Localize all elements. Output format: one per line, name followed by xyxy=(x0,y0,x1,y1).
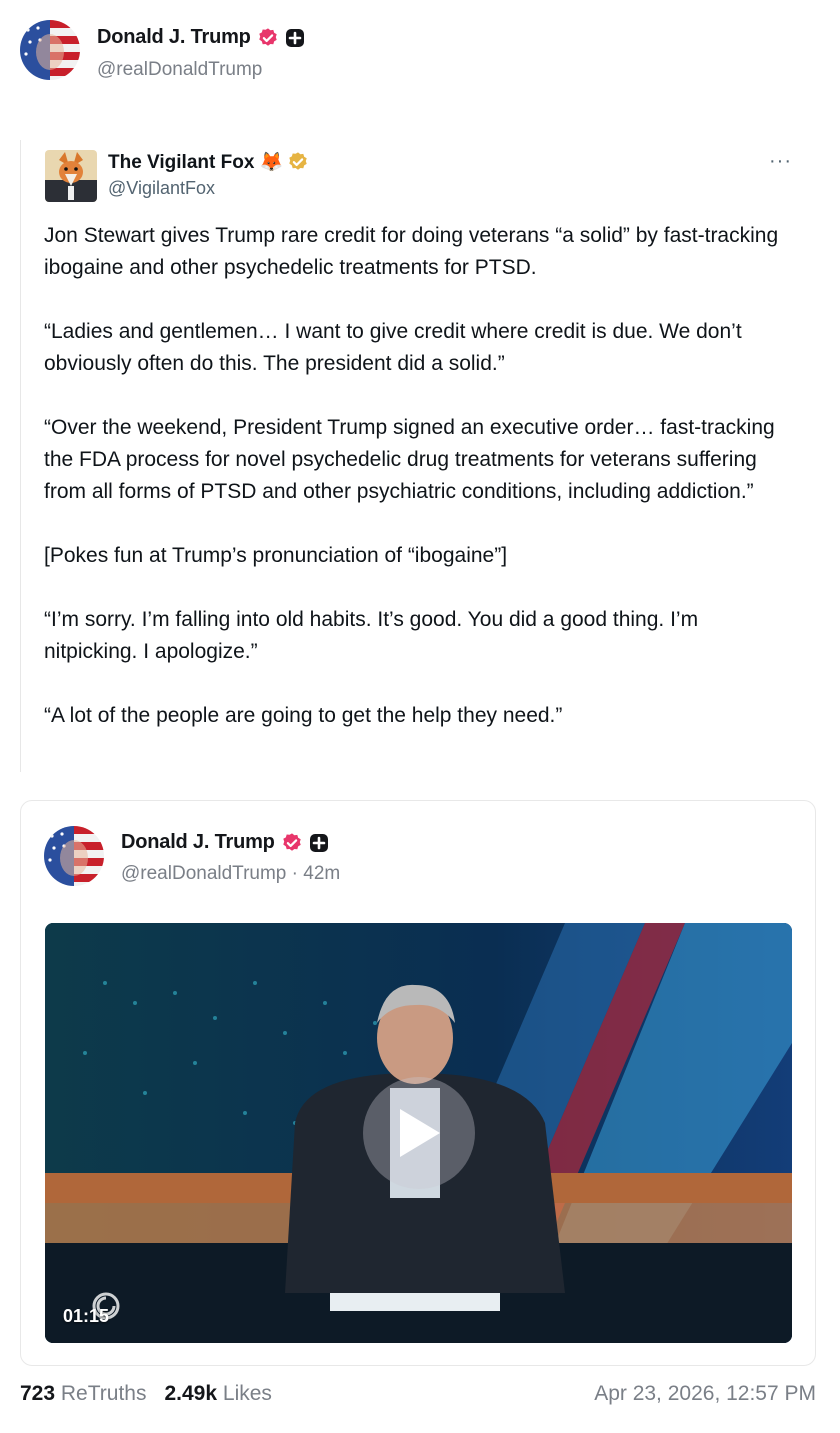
x-paragraph: “Over the weekend, President Trump signe… xyxy=(44,416,775,503)
x-author-name[interactable]: The Vigilant Fox 🦊 xyxy=(108,150,283,174)
author-avatar[interactable] xyxy=(20,20,80,80)
retruths-count: 723 xyxy=(20,1382,56,1405)
retruths-label: ReTruths xyxy=(60,1382,147,1405)
author-name[interactable]: Donald J. Trump xyxy=(97,26,251,49)
x-post-body: Jon Stewart gives Trump rare credit for … xyxy=(44,220,784,764)
embedded-author-avatar[interactable] xyxy=(44,826,104,886)
post-stats: 723 ReTruths 2.49k Likes xyxy=(20,1382,272,1406)
likes-stat[interactable]: 2.49k Likes xyxy=(164,1382,271,1406)
likes-label: Likes xyxy=(222,1382,272,1405)
quoted-x-post: The Vigilant Fox 🦊 @VigilantFox ··· Jon … xyxy=(20,140,820,772)
play-icon xyxy=(400,1109,440,1157)
separator: · xyxy=(291,863,298,884)
x-author-handle[interactable]: @VigilantFox xyxy=(108,178,215,199)
embedded-truth-card[interactable]: Donald J. Trump @realDonaldTrump · 42m 0… xyxy=(20,800,816,1366)
verified-badge-icon xyxy=(258,27,277,46)
video-duration: 01:15 xyxy=(63,1306,110,1326)
post-timestamp[interactable]: Apr 23, 2026, 12:57 PM xyxy=(594,1382,816,1406)
x-paragraph: “I’m sorry. I’m falling into old habits.… xyxy=(44,608,699,663)
x-paragraph: [Pokes fun at Trump’s pronunciation of “… xyxy=(44,544,508,567)
x-paragraph: “A lot of the people are going to get th… xyxy=(44,704,563,727)
embedded-author-handle[interactable]: @realDonaldTrump xyxy=(121,863,286,884)
retruths-stat[interactable]: 723 ReTruths xyxy=(20,1382,146,1406)
vigilant-fox-avatar[interactable] xyxy=(45,150,97,202)
x-paragraph: “Ladies and gentlemen… I want to give cr… xyxy=(44,320,742,375)
gold-verified-badge-icon xyxy=(289,152,308,170)
x-paragraph: Jon Stewart gives Trump rare credit for … xyxy=(44,224,779,279)
video-player[interactable]: 01:15 xyxy=(45,923,792,1343)
embedded-handle-row: @realDonaldTrump · 42m xyxy=(121,863,340,885)
play-button[interactable] xyxy=(363,1077,475,1189)
author-handle[interactable]: @realDonaldTrump xyxy=(97,59,262,81)
post-age[interactable]: 42m xyxy=(303,863,340,884)
more-options-icon[interactable]: ··· xyxy=(769,150,792,173)
embedded-author-name[interactable]: Donald J. Trump xyxy=(121,831,275,854)
verified-badge-icon xyxy=(282,832,301,851)
plus-badge-icon xyxy=(309,833,328,852)
likes-count: 2.49k xyxy=(164,1382,218,1405)
plus-badge-icon xyxy=(285,28,304,47)
